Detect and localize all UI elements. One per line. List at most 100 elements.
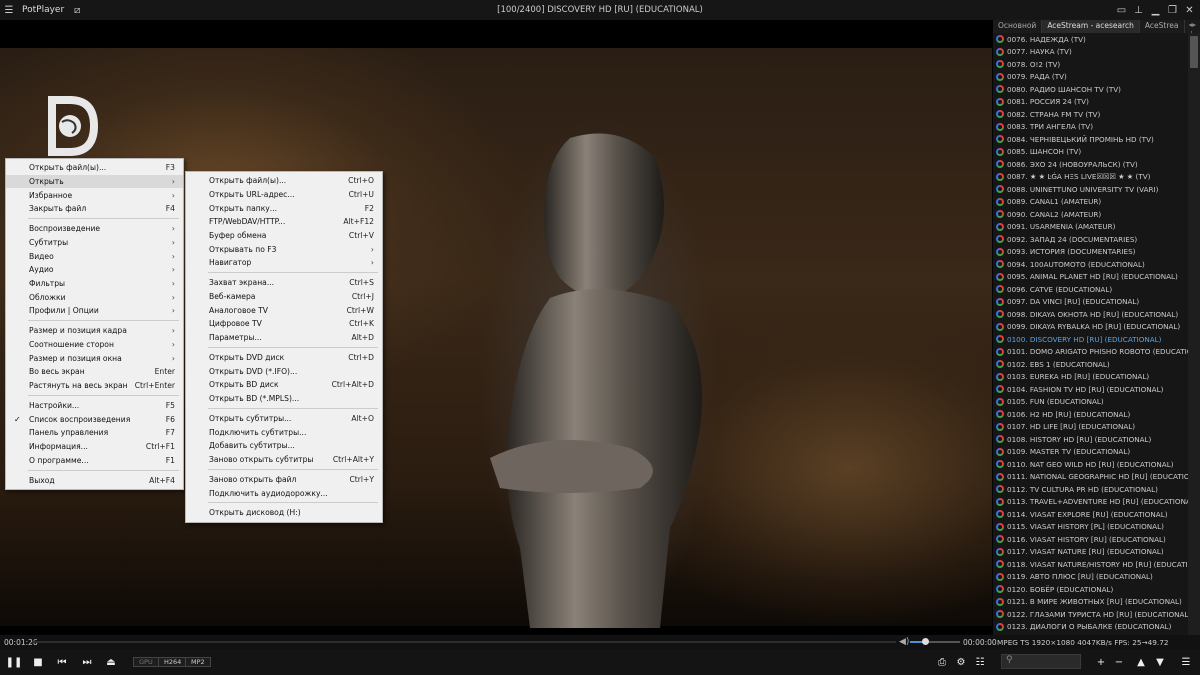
playlist-search-input[interactable]: ⚲: [1001, 654, 1081, 669]
playlist-item[interactable]: 0089. CANAL1 (AMATEUR): [993, 196, 1188, 209]
open-menu-item[interactable]: Открыть URL-адрес... Ctrl+U: [186, 188, 382, 202]
hamburger-menu-icon[interactable]: ☰: [0, 0, 18, 20]
playlist-item[interactable]: 0096. CATVE (EDUCATIONAL): [993, 283, 1188, 296]
main-menu-item[interactable]: Выход Alt+F4: [6, 473, 183, 487]
tab-main[interactable]: Основной: [993, 20, 1043, 33]
main-menu-item[interactable]: Во весь экран Enter: [6, 365, 183, 379]
main-menu-item[interactable]: Аудио ›: [6, 263, 183, 277]
main-menu-item[interactable]: Закрыть файл F4: [6, 202, 183, 216]
open-menu-item[interactable]: Буфер обмена Ctrl+V: [186, 229, 382, 243]
playlist-item[interactable]: 0105. FUN (EDUCATIONAL): [993, 396, 1188, 409]
open-menu-item[interactable]: Навигатор ›: [186, 256, 382, 270]
playlist-item[interactable]: 0120. БОБЁР (EDUCATIONAL): [993, 583, 1188, 596]
main-menu-item[interactable]: Избранное ›: [6, 188, 183, 202]
audio-codec-badge[interactable]: MP2: [185, 657, 211, 667]
gpu-badge[interactable]: GPU: [133, 657, 159, 667]
main-menu-item[interactable]: Размер и позиция кадра ›: [6, 324, 183, 338]
skin-menu-icon[interactable]: ▭: [1113, 0, 1130, 20]
open-menu-item[interactable]: Подключить аудиодорожку...: [186, 486, 382, 500]
remove-icon[interactable]: −: [1111, 655, 1127, 669]
playlist-item[interactable]: 0088. UNINETTUNO UNIVERSITY TV (VARI): [993, 183, 1188, 196]
playlist-item[interactable]: 0082. СТРАНА FM TV (TV): [993, 108, 1188, 121]
main-menu-item[interactable]: О программе... F1: [6, 453, 183, 467]
playlist-item[interactable]: 0116. VIASAT HISTORY [RU] (EDUCATIONAL): [993, 533, 1188, 546]
playlist-icon[interactable]: ☷: [972, 655, 988, 669]
open-menu-item[interactable]: Цифровое TV Ctrl+K: [186, 317, 382, 331]
capture-icon[interactable]: ⎙: [934, 655, 950, 669]
tab-acestream[interactable]: AceStrea: [1140, 20, 1185, 33]
playlist-item[interactable]: 0085. ШАНСОН (TV): [993, 146, 1188, 159]
playlist-item[interactable]: 0114. VIASAT EXPLORE [RU] (EDUCATIONAL): [993, 508, 1188, 521]
pause-icon[interactable]: ❚❚: [6, 655, 23, 669]
previous-icon[interactable]: ⏮: [54, 655, 70, 669]
open-menu-item[interactable]: Открыть BD (*.MPLS)...: [186, 392, 382, 406]
playlist-item[interactable]: 0080. РАДИО ШАНСОН TV (TV): [993, 83, 1188, 96]
playlist-item[interactable]: 0087. ★ ★ ĿĠA HΞS LIVE☒☒☒ ★ ★ (TV): [993, 171, 1188, 184]
playlist-item[interactable]: 0117. VIASAT NATURE [RU] (EDUCATIONAL): [993, 546, 1188, 559]
playlist-item[interactable]: 0112. TV CULTURA PR HD (EDUCATIONAL): [993, 483, 1188, 496]
playlist-item[interactable]: 0113. TRAVEL+ADVENTURE HD [RU] (EDUCATIO…: [993, 496, 1188, 509]
playlist-item[interactable]: 0103. EUREKA HD [RU] (EDUCATIONAL): [993, 371, 1188, 384]
main-menu-item[interactable]: Панель управления F7: [6, 426, 183, 440]
open-menu-item[interactable]: Открыть DVD диск Ctrl+D: [186, 351, 382, 365]
pin-icon[interactable]: ⧄: [68, 0, 86, 20]
playlist-scrollbar[interactable]: [1188, 33, 1200, 635]
playlist-scroll-thumb[interactable]: [1190, 36, 1198, 68]
playlist-item[interactable]: 0121. В МИРЕ ЖИВОТНЫХ [RU] (EDUCATIONAL): [993, 596, 1188, 609]
main-menu-item[interactable]: Открыть файл(ы)... F3: [6, 161, 183, 175]
main-menu-item[interactable]: Размер и позиция окна ›: [6, 351, 183, 365]
speaker-icon[interactable]: ◀): [899, 637, 909, 647]
stop-icon[interactable]: ■: [30, 655, 46, 669]
open-menu-item[interactable]: FTP/WebDAV/HTTP... Alt+F12: [186, 215, 382, 229]
move-up-icon[interactable]: ▲: [1133, 655, 1149, 669]
playlist-item[interactable]: 0118. VIASAT NATURE/HISTORY HD [RU] (EDU…: [993, 558, 1188, 571]
open-menu-item[interactable]: Веб-камера Ctrl+J: [186, 290, 382, 304]
main-menu-item[interactable]: Информация... Ctrl+F1: [6, 440, 183, 454]
codec-badge[interactable]: H264: [158, 657, 188, 667]
playlist-item[interactable]: 0094. 100AUTOMOTO (EDUCATIONAL): [993, 258, 1188, 271]
next-icon[interactable]: ⏭: [79, 655, 95, 669]
main-menu-item[interactable]: Субтитры ›: [6, 236, 183, 250]
add-tab-icon[interactable]: ◂▸ +: [1185, 20, 1200, 38]
playlist-item[interactable]: 0095. ANIMAL PLANET HD [RU] (EDUCATIONAL…: [993, 271, 1188, 284]
playlist-item[interactable]: 0099. DIKAYA RYBALKA HD [RU] (EDUCATIONA…: [993, 321, 1188, 334]
move-down-icon[interactable]: ▼: [1152, 655, 1168, 669]
playlist-item[interactable]: 0102. EBS 1 (EDUCATIONAL): [993, 358, 1188, 371]
main-menu-item[interactable]: Соотношение сторон ›: [6, 338, 183, 352]
playlist-item[interactable]: 0110. NAT GEO WILD HD [RU] (EDUCATIONAL): [993, 458, 1188, 471]
main-menu-item[interactable]: Обложки ›: [6, 290, 183, 304]
playlist-item[interactable]: 0091. USARMENIA (AMATEUR): [993, 221, 1188, 234]
playlist-item[interactable]: 0081. РОССИЯ 24 (TV): [993, 96, 1188, 109]
main-menu-item[interactable]: Открыть ›: [6, 174, 183, 189]
restore-icon[interactable]: ❐: [1164, 0, 1181, 20]
playlist-item[interactable]: 0109. MASTER TV (EDUCATIONAL): [993, 446, 1188, 459]
playlist-item[interactable]: 0119. АВТО ПЛЮС [RU] (EDUCATIONAL): [993, 571, 1188, 584]
open-menu-item[interactable]: Заново открыть файл Ctrl+Y: [186, 473, 382, 487]
playlist-item[interactable]: 0101. DOMO ARIGATO PHISHO ROBOTO (EDUCAT…: [993, 346, 1188, 359]
tab-acestream-acesearch[interactable]: AceStream - acesearch: [1042, 20, 1140, 33]
playlist-menu-icon[interactable]: ☰: [1178, 655, 1194, 669]
open-menu-item[interactable]: Открыть BD диск Ctrl+Alt+D: [186, 378, 382, 392]
open-menu-item[interactable]: Добавить субтитры...: [186, 439, 382, 453]
playlist-item[interactable]: 0122. ГЛАЗАМИ ТУРИСТА HD [RU] (EDUCATION…: [993, 608, 1188, 621]
open-menu-item[interactable]: Открыть субтитры... Alt+O: [186, 412, 382, 426]
open-menu-item[interactable]: Захват экрана... Ctrl+S: [186, 276, 382, 290]
playlist-item[interactable]: 0111. NATIONAL GEOGRAPHIC HD [RU] (EDUCA…: [993, 471, 1188, 484]
always-on-top-icon[interactable]: ⊥: [1130, 0, 1147, 20]
eject-icon[interactable]: ⏏: [103, 655, 119, 669]
main-menu-item[interactable]: Профили | Опции ›: [6, 304, 183, 318]
volume-slider[interactable]: [910, 638, 960, 645]
playlist-item[interactable]: 0097. DA VINCI [RU] (EDUCATIONAL): [993, 296, 1188, 309]
playlist-item[interactable]: 0084. ЧЕРНІВЕЦЬКИЙ ПРОМІНЬ HD (TV): [993, 133, 1188, 146]
main-menu-item[interactable]: Фильтры ›: [6, 277, 183, 291]
volume-knob[interactable]: [922, 638, 929, 645]
open-menu-item[interactable]: Открыть папку... F2: [186, 201, 382, 215]
playlist-item[interactable]: 0115. VIASAT HISTORY [PL] (EDUCATIONAL): [993, 521, 1188, 534]
gear-icon[interactable]: ⚙: [953, 655, 969, 669]
playlist-item[interactable]: 0100. DISCOVERY HD [RU] (EDUCATIONAL): [993, 333, 1188, 346]
open-menu-item[interactable]: Подключить субтитры...: [186, 425, 382, 439]
title-bar[interactable]: ☰ PotPlayer ⧄ [100/2400] DISCOVERY HD [R…: [0, 0, 1200, 20]
playlist-item[interactable]: 0093. ИСТОРИЯ (DOCUMENTARIES): [993, 246, 1188, 259]
playlist-item[interactable]: 0076. НАДЕЖДА (TV): [993, 33, 1188, 46]
minimize-icon[interactable]: ▁: [1147, 0, 1164, 20]
